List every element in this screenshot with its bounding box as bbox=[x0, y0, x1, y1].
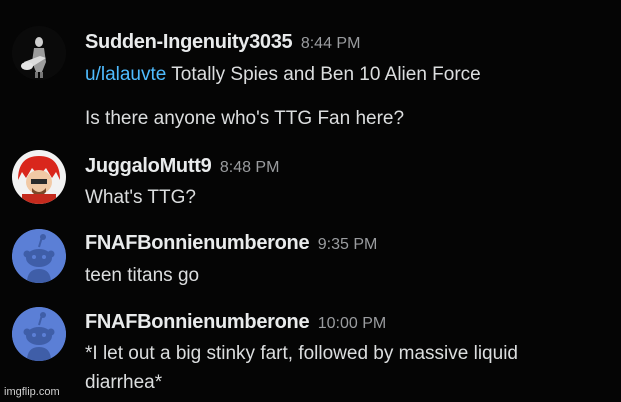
username[interactable]: FNAFBonnienumberone bbox=[85, 311, 310, 333]
chat-window: Sudden-Ingenuity3035 8:44 PM u/lalauvte … bbox=[0, 0, 621, 402]
reddit-snoo-default-avatar-icon[interactable] bbox=[12, 229, 66, 283]
message-line: teen titans go bbox=[85, 265, 199, 287]
reddit-snoo-default-avatar-icon[interactable] bbox=[12, 307, 66, 361]
message-text: What's TTG? bbox=[85, 187, 196, 208]
message-line: diarrhea* bbox=[85, 372, 162, 394]
guitarist-silhouette-avatar-icon[interactable] bbox=[12, 26, 66, 80]
message-line: What's TTG? bbox=[85, 187, 196, 209]
user-mention-link[interactable]: u/lalauvte bbox=[85, 64, 166, 85]
username[interactable]: JuggaloMutt9 bbox=[85, 155, 212, 177]
timestamp: 10:00 PM bbox=[317, 315, 387, 332]
message-line: *I let out a big stinky fart, followed b… bbox=[85, 343, 518, 365]
message-text: Totally Spies and Ben 10 Alien Force bbox=[166, 64, 481, 85]
timestamp: 8:48 PM bbox=[219, 159, 280, 176]
username[interactable]: FNAFBonnienumberone bbox=[85, 232, 310, 254]
message-text: diarrhea* bbox=[85, 372, 163, 393]
red-haired-cartoon-avatar-icon[interactable] bbox=[12, 150, 66, 204]
message-text: teen titans go bbox=[85, 265, 200, 286]
username[interactable]: Sudden-Ingenuity3035 bbox=[85, 31, 293, 53]
message-line: Is there anyone who's TTG Fan here? bbox=[85, 108, 404, 130]
message-line: u/lalauvte Totally Spies and Ben 10 Alie… bbox=[85, 64, 481, 86]
timestamp: 9:35 PM bbox=[317, 236, 378, 253]
message-text: *I let out a big stinky fart, followed b… bbox=[85, 343, 518, 364]
timestamp: 8:44 PM bbox=[300, 35, 361, 52]
imgflip-watermark: imgflip.com bbox=[4, 386, 60, 398]
message-text: Is there anyone who's TTG Fan here? bbox=[85, 108, 405, 129]
